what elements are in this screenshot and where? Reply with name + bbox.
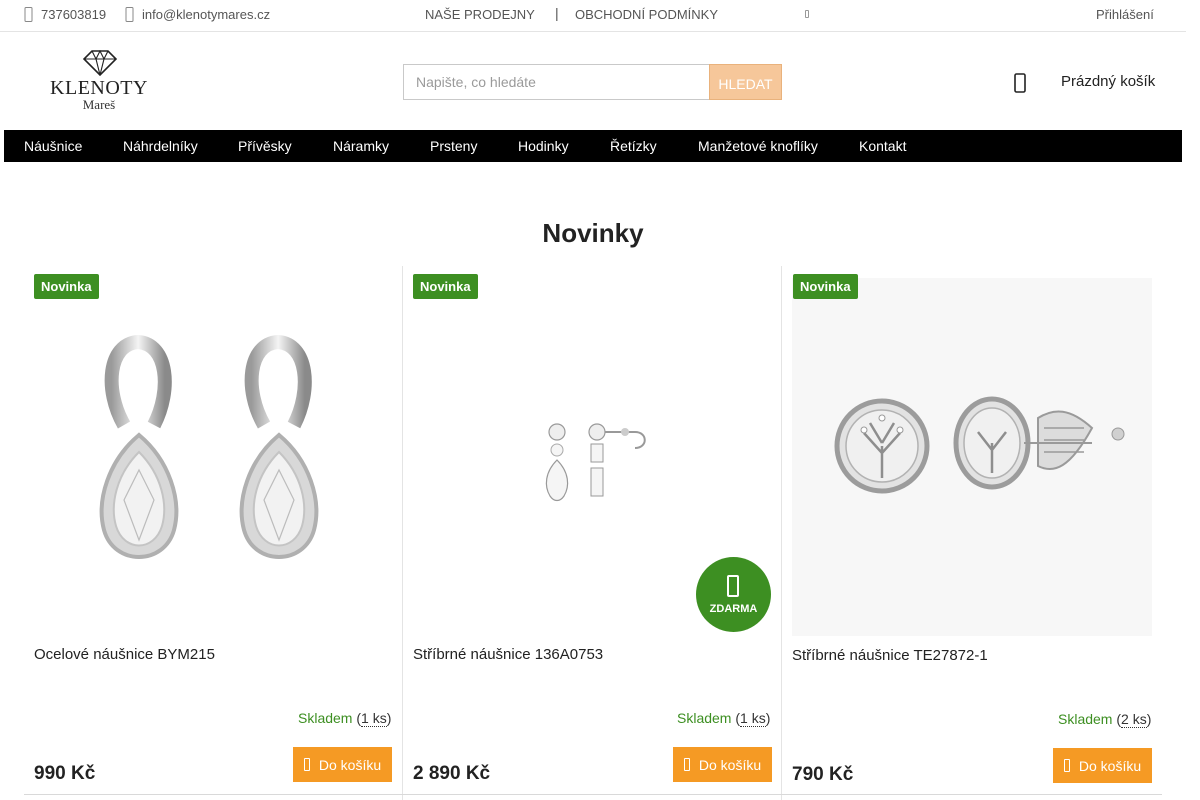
stock-qty: 2 ks: [1121, 711, 1147, 728]
product-price: 790 Kč: [792, 764, 854, 785]
nav-item-bracelets[interactable]: Náramky: [333, 138, 389, 154]
search-input[interactable]: [403, 64, 709, 100]
diamond-icon: [83, 50, 117, 76]
nav-item-rings[interactable]: Prsteny: [430, 138, 477, 154]
cart-icon[interactable]: [1014, 73, 1026, 93]
stock-label: Skladem: [1058, 711, 1113, 727]
search-button[interactable]: HLEDAT: [709, 64, 782, 100]
link-terms[interactable]: OBCHODNÍ PODMÍNKY: [575, 7, 718, 22]
add-to-cart-label: Do košíku: [1078, 757, 1142, 774]
cart-icon: [1063, 759, 1070, 772]
phone-contact[interactable]: 737603819: [24, 7, 106, 22]
product-image[interactable]: [792, 278, 1152, 636]
main-nav: Náušnice Náhrdelníky Přívěsky Náramky Pr…: [4, 130, 1182, 162]
phone-icon: [24, 7, 33, 22]
mail-icon: [125, 7, 134, 22]
stock-label: Skladem: [298, 710, 353, 726]
truck-icon: [727, 575, 739, 597]
logo[interactable]: KLENOTY Mareš: [46, 50, 154, 112]
product-title[interactable]: Stříbrné náušnice TE27872-1: [792, 647, 988, 664]
free-shipping-label: ZDARMA: [709, 603, 758, 615]
product-title[interactable]: Stříbrné náušnice 136A0753: [413, 646, 603, 663]
nav-item-contact[interactable]: Kontakt: [859, 138, 906, 154]
link-our-stores[interactable]: NAŠE PRODEJNY: [425, 7, 535, 22]
more-icon[interactable]: [805, 10, 809, 18]
stock-label: Skladem: [677, 710, 732, 726]
nav-item-earrings[interactable]: Náušnice: [24, 138, 82, 154]
new-badge: Novinka: [793, 274, 858, 299]
nav-item-cufflinks[interactable]: Manžetové knoflíky: [698, 138, 818, 154]
product-title[interactable]: Ocelové náušnice BYM215: [34, 646, 215, 663]
logo-subtext: Mareš: [82, 97, 116, 112]
stock-status: Skladem (2 ks): [1058, 711, 1152, 728]
cart-label[interactable]: Prázdný košík: [1061, 73, 1155, 90]
stock-status: Skladem (1 ks): [298, 710, 392, 727]
add-to-cart-button[interactable]: Do košíku: [1053, 748, 1152, 783]
email-contact[interactable]: info@klenotymares.cz: [125, 7, 270, 22]
product-price: 990 Kč: [34, 763, 96, 784]
row-divider: [24, 794, 1162, 795]
nav-item-watches[interactable]: Hodinky: [518, 138, 569, 154]
add-to-cart-button[interactable]: Do košíku: [673, 747, 772, 782]
nav-item-chains[interactable]: Řetízky: [610, 138, 657, 154]
nav-item-pendants[interactable]: Přívěsky: [238, 138, 292, 154]
stock-qty: 1 ks: [361, 710, 387, 727]
topbar-separator: |: [555, 5, 559, 21]
product-image[interactable]: [94, 330, 330, 580]
product-price: 2 890 Kč: [413, 763, 491, 784]
nav-item-necklaces[interactable]: Náhrdelníky: [123, 138, 198, 154]
cart-icon: [683, 758, 690, 771]
add-to-cart-label: Do košíku: [698, 756, 762, 773]
product-image[interactable]: [540, 410, 655, 505]
new-badge: Novinka: [34, 274, 99, 299]
add-to-cart-label: Do košíku: [318, 756, 382, 773]
stock-status: Skladem (1 ks): [677, 710, 771, 727]
section-title: Novinky: [542, 218, 644, 248]
free-shipping-badge: ZDARMA: [696, 557, 771, 632]
login-link[interactable]: Přihlášení: [1096, 7, 1154, 22]
new-badge: Novinka: [413, 274, 478, 299]
search-bar: HLEDAT: [403, 64, 782, 100]
email-address[interactable]: info@klenotymares.cz: [142, 7, 270, 22]
top-bar: 737603819 info@klenotymares.cz NAŠE PROD…: [0, 0, 1186, 32]
phone-number[interactable]: 737603819: [41, 7, 106, 22]
add-to-cart-button[interactable]: Do košíku: [293, 747, 392, 782]
cart-icon: [303, 758, 310, 771]
stock-qty: 1 ks: [740, 710, 766, 727]
